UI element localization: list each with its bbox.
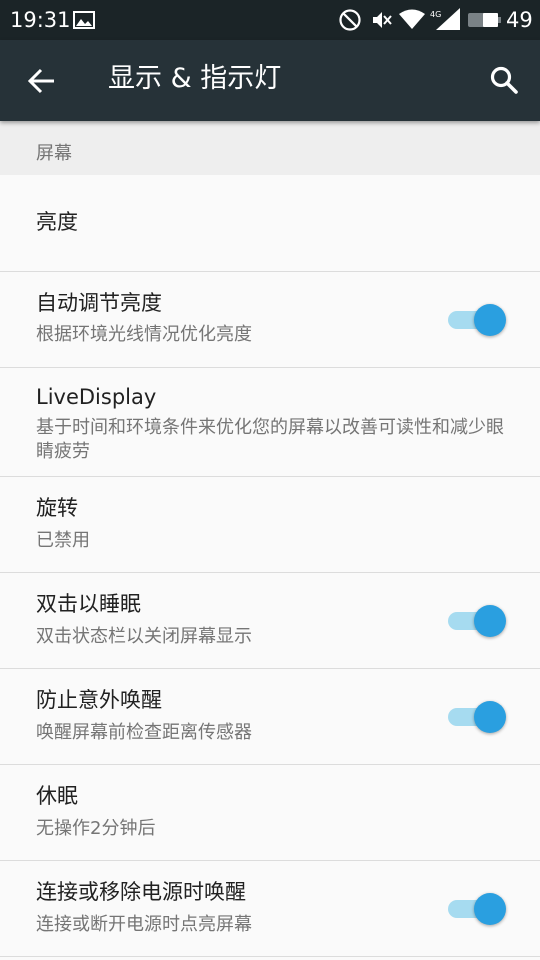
svg-text:4G: 4G [430,10,441,19]
pref-brightness[interactable]: 亮度 [0,175,540,272]
settings-list: 屏幕 亮度 自动调节亮度 根据环境光线情况优化亮度 LiveDisplay 基于… [0,121,540,960]
pref-title: 自动调节亮度 [36,291,162,315]
wifi-icon [399,9,425,29]
pref-livedisplay[interactable]: LiveDisplay 基于时间和环境条件来优化您的屏幕以改善可读性和减少眼睛疲… [0,368,540,477]
arrow-back-icon[interactable] [22,61,62,101]
screen: 19:31 4G 49 显示 & 指示灯 屏幕 亮度 自动调节亮度 根据环境光线… [0,0,540,960]
wake-on-plug-switch[interactable] [446,891,508,927]
pref-title: 防止意外唤醒 [36,688,162,712]
pref-wake-on-plug[interactable]: 连接或移除电源时唤醒 连接或断开电源时点亮屏幕 [0,861,540,957]
vibrate-off-icon [373,12,392,28]
switch-thumb [474,304,506,336]
prevent-accidental-wake-switch[interactable] [446,699,508,735]
pref-title: 亮度 [36,210,78,234]
status-time: 19:31 [10,8,71,32]
app-toolbar: 显示 & 指示灯 [0,40,540,121]
battery-icon [468,13,501,27]
pref-title: LiveDisplay [36,385,157,409]
pref-summary: 连接或断开电源时点亮屏幕 [36,914,252,935]
switch-thumb [474,893,506,925]
pref-adaptive-brightness[interactable]: 自动调节亮度 根据环境光线情况优化亮度 [0,272,540,368]
status-bar: 19:31 4G 49 [0,0,540,40]
pref-title: 双击以睡眠 [36,592,141,616]
pref-summary: 双击状态栏以关闭屏幕显示 [36,626,252,647]
pref-rotation[interactable]: 旋转 已禁用 [0,477,540,573]
signal-4g-icon: 4G [430,8,460,30]
pref-prevent-accidental-wake[interactable]: 防止意外唤醒 唤醒屏幕前检查距离传感器 [0,669,540,765]
pref-title: 连接或移除电源时唤醒 [36,880,246,904]
pref-sleep[interactable]: 休眠 无操作2分钟后 [0,765,540,861]
do-not-disturb-icon [339,9,361,31]
pref-summary: 根据环境光线情况优化亮度 [36,324,252,345]
pref-summary: 已禁用 [36,530,90,551]
page-title: 显示 & 指示灯 [108,63,282,94]
double-tap-sleep-switch[interactable] [446,603,508,639]
switch-thumb [474,701,506,733]
search-icon[interactable] [484,60,524,100]
pref-double-tap-sleep[interactable]: 双击以睡眠 双击状态栏以关闭屏幕显示 [0,573,540,669]
switch-thumb [474,605,506,637]
section-header: 屏幕 [0,121,540,175]
pref-summary: 基于时间和环境条件来优化您的屏幕以改善可读性和减少眼睛疲劳 [36,417,504,462]
battery-level-text: 49 [506,8,533,32]
image-notification-icon [73,11,95,29]
pref-summary: 唤醒屏幕前检查距离传感器 [36,722,252,743]
pref-summary: 无操作2分钟后 [36,818,156,839]
pref-title: 休眠 [36,784,78,808]
pref-title: 旋转 [36,496,78,520]
section-header-label: 屏幕 [36,143,72,164]
adaptive-brightness-switch[interactable] [446,302,508,338]
